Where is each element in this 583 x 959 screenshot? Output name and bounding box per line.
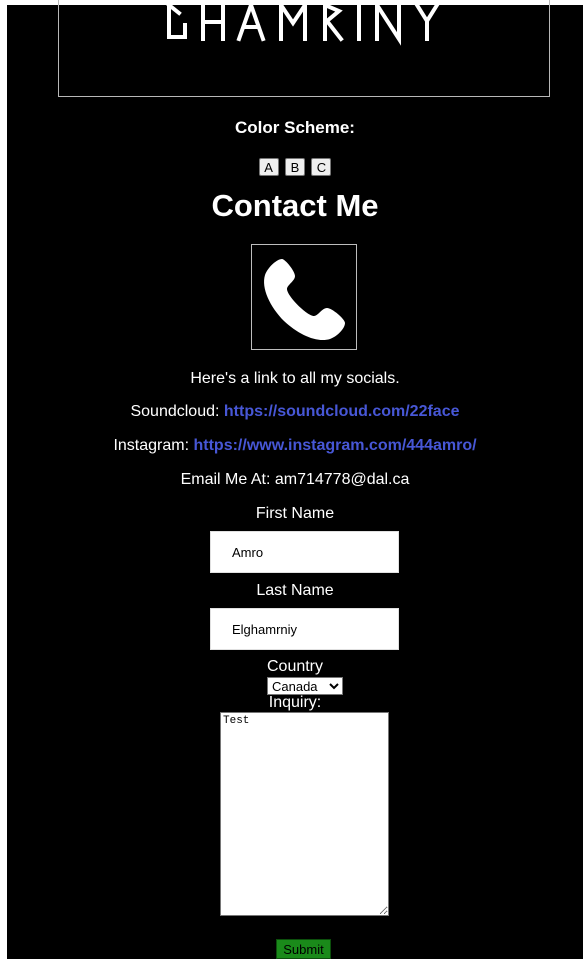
phone-icon-frame [251, 244, 357, 350]
email-text: Email Me At: am714778@dal.ca [180, 471, 410, 488]
page-title: Contact Me [211, 188, 379, 223]
soundcloud-link[interactable]: https://soundcloud.com/22face [224, 403, 460, 420]
country-label: Country [266, 658, 324, 675]
inquiry-label: Inquiry: [268, 694, 322, 711]
color-scheme-label: Color Scheme: [235, 118, 355, 137]
soundcloud-label: Soundcloud: [130, 403, 220, 420]
scheme-b-button[interactable]: B [285, 158, 305, 176]
submit-button[interactable]: Submit [276, 939, 331, 959]
banner-logo [58, 0, 550, 97]
color-scheme-buttons: A B C [7, 158, 583, 176]
inquiry-textarea[interactable]: Test [220, 712, 389, 916]
instagram-label: Instagram: [113, 437, 190, 454]
page: Color Scheme: A B C Contact Me Here's a … [7, 0, 583, 959]
last-name-input[interactable] [210, 608, 399, 650]
soundcloud-line: Soundcloud: https://soundcloud.com/22fac… [7, 403, 583, 421]
first-name-input[interactable] [210, 531, 399, 573]
country-select[interactable]: Canada [267, 677, 343, 695]
scheme-c-button[interactable]: C [311, 158, 332, 176]
instagram-link[interactable]: https://www.instagram.com/444amro/ [194, 437, 477, 454]
phone-icon [264, 259, 345, 341]
last-name-label: Last Name [256, 582, 334, 599]
instagram-line: Instagram: https://www.instagram.com/444… [7, 437, 583, 455]
logo-graphic [166, 0, 440, 46]
socials-intro-text: Here's a link to all my socials. [190, 370, 400, 387]
scheme-a-button[interactable]: A [258, 158, 279, 176]
first-name-label: First Name [255, 505, 335, 522]
